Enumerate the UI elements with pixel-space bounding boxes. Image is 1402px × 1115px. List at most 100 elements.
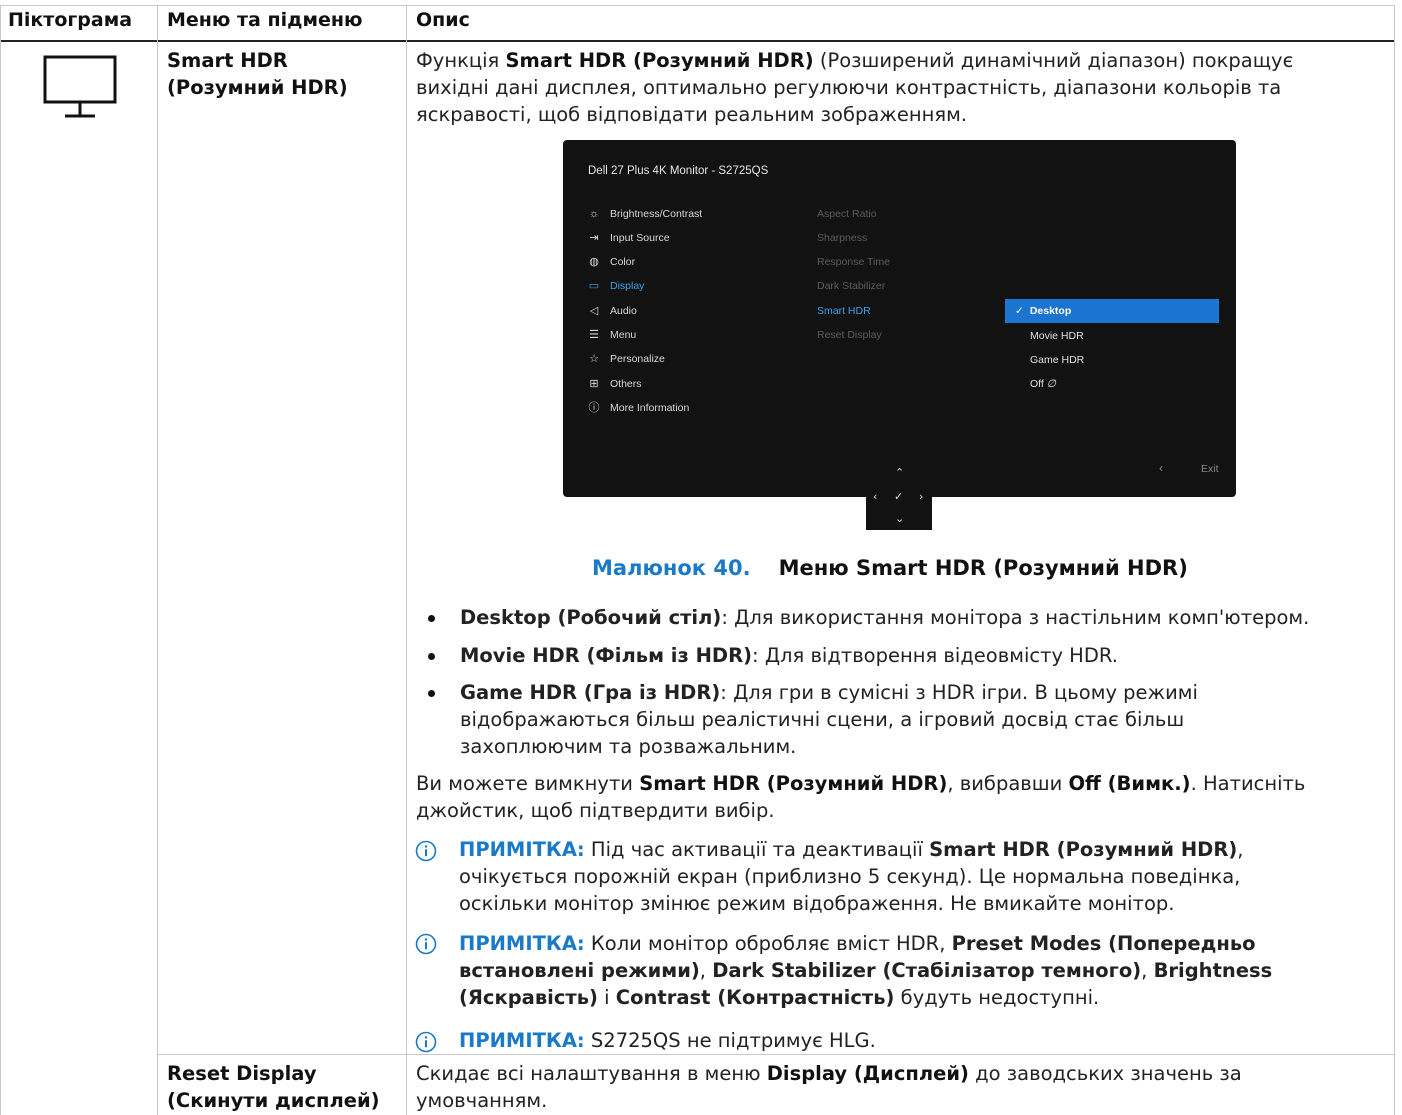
text-run: , xyxy=(1237,838,1244,861)
text-line: захоплюючим та розважальним. xyxy=(460,735,797,758)
text-bold: Off (Вимк.) xyxy=(1068,772,1191,795)
text-bold: Smart HDR (Розумний HDR) xyxy=(929,838,1238,861)
header-description-column: Опис xyxy=(416,9,470,31)
joystick-guide: ⌃ ‹ ✓ › ⌄ xyxy=(866,464,932,530)
osd-menu-color: ◍ Color xyxy=(587,254,635,270)
table-left-border xyxy=(0,5,1,1115)
menu-title-line: (Скинути дисплей) xyxy=(167,1089,380,1112)
chevron-right-icon: › xyxy=(919,490,924,503)
text-bold: Dark Stabilizer (Стабілізатор темного) xyxy=(712,959,1142,982)
osd-menu-label: Menu xyxy=(610,329,637,341)
header-menu-column: Меню та підменю xyxy=(167,9,363,31)
text-line: відображаються більш реалістичні сцени, … xyxy=(460,708,1185,731)
info-icon: ⓘ xyxy=(588,402,600,414)
text-run: до заводських значень за xyxy=(968,1062,1242,1085)
bullet-desktop: Desktop (Робочий стіл): Для використання… xyxy=(460,604,1370,631)
osd-menu-label: Personalize xyxy=(610,353,665,365)
col-divider-1 xyxy=(157,5,158,1115)
header-bottom-border xyxy=(0,40,1395,42)
others-icon: ⊞ xyxy=(589,378,599,390)
text-run: . Натисніть xyxy=(1190,772,1306,795)
osd-sub-reset-display: Reset Display xyxy=(817,329,882,341)
info-icon xyxy=(415,933,437,955)
osd-sub-aspect-ratio: Aspect Ratio xyxy=(817,208,877,220)
sun-icon: ☼ xyxy=(588,208,600,220)
info-icon xyxy=(415,840,437,862)
checkmark-icon: ✓ xyxy=(894,490,904,503)
text-bold: (Яскравість) xyxy=(459,986,598,1009)
osd-menu-brightness: ☼ Brightness/Contrast xyxy=(587,206,702,222)
menu-icon: ☰ xyxy=(589,329,599,341)
text-line: умовчанням. xyxy=(416,1089,548,1112)
osd-menu-others: ⊞ Others xyxy=(587,376,641,392)
osd-option-label: Game HDR xyxy=(1030,354,1085,366)
text-line: яскравості, щоб відповідати реальним зоб… xyxy=(416,103,968,126)
text-bold: Smart HDR (Розумний HDR) xyxy=(639,772,948,795)
osd-option-desktop: ✓ Desktop xyxy=(1005,299,1219,323)
text-bold: Smart HDR (Розумний HDR) xyxy=(505,49,814,72)
osd-option-off: Off ∅ xyxy=(1005,372,1219,396)
header-icon-column: Піктограма xyxy=(8,9,133,31)
text-run: Функція xyxy=(416,49,506,72)
menu-title-reset-display: Reset Display (Скинути дисплей) xyxy=(167,1060,380,1114)
text-run: : Для відтворення відеовмісту HDR. xyxy=(752,644,1118,667)
col-divider-2 xyxy=(406,5,407,1115)
chevron-down-icon: ⌄ xyxy=(895,512,905,525)
table-right-border xyxy=(1394,5,1395,1115)
text-run: : Для гри в сумісні з HDR ігри. В цьому … xyxy=(720,681,1198,704)
bullet-movie-hdr: Movie HDR (Фільм із HDR): Для відтворенн… xyxy=(460,642,1370,669)
osd-sub-dark-stabilizer: Dark Stabilizer xyxy=(817,280,886,292)
menu-title-line: Reset Display xyxy=(167,1062,317,1085)
menu-title-smart-hdr: Smart HDR (Розумний HDR) xyxy=(167,47,348,101)
text-run: : Для використання монітора з настільним… xyxy=(721,606,1310,629)
osd-menu-label: Brightness/Contrast xyxy=(610,208,703,220)
osd-option-game-hdr: Game HDR xyxy=(1005,348,1219,372)
palette-icon: ◍ xyxy=(589,256,599,268)
osd-option-label: Off xyxy=(1030,378,1044,390)
text-line: оскільки монітор змінює режим відображен… xyxy=(459,892,1175,915)
bullet-game-hdr: Game HDR (Гра із HDR): Для гри в сумісні… xyxy=(460,679,1370,760)
osd-option-movie-hdr: Movie HDR xyxy=(1005,324,1219,348)
leaf-icon: ∅ xyxy=(1046,378,1056,390)
text-run: Ви можете вимкнути xyxy=(416,772,640,795)
text-run: , xyxy=(699,959,713,982)
text-line: вихідні дані дисплея, оптимально регулюю… xyxy=(416,76,1282,99)
text-line: очікується порожній екран (приблизно 5 с… xyxy=(459,865,1241,888)
osd-menu-label: More Information xyxy=(610,402,690,414)
off-paragraph: Ви можете вимкнути Smart HDR (Розумний H… xyxy=(416,770,1376,824)
text-run: S2725QS не підтримує HLG. xyxy=(584,1029,876,1052)
chevron-up-icon: ⌃ xyxy=(895,466,905,479)
osd-menu-label: Display xyxy=(610,280,645,292)
monitor-icon: ▭ xyxy=(588,280,600,292)
input-icon: ⇥ xyxy=(589,232,599,244)
osd-menu-audio: ◁ Audio xyxy=(587,303,637,319)
osd-sub-response-time: Response Time xyxy=(817,256,890,268)
menu-title-line: (Розумний HDR) xyxy=(167,76,348,99)
osd-exit: Exit xyxy=(1201,463,1219,475)
text-run: (Розширений динамічний діапазон) покращу… xyxy=(813,49,1294,72)
text-run: будуть недоступні. xyxy=(894,986,1100,1009)
text-bold: Movie HDR (Фільм із HDR) xyxy=(460,644,753,667)
text-line: джойстик, щоб підтвердити вибір. xyxy=(416,799,775,822)
text-run: , вибравши xyxy=(947,772,1069,795)
osd-menu-label: Audio xyxy=(610,305,637,317)
figure-title: Меню Smart HDR (Розумний HDR) xyxy=(778,556,1188,580)
text-run: Під час активації та деактивації xyxy=(584,838,930,861)
note-2: ПРИМІТКА: Коли монітор обробляє вміст HD… xyxy=(459,930,1359,1011)
settings-table: Піктограма Меню та підменю Опис Smart HD… xyxy=(0,0,1402,1115)
text-bold: Contrast (Контрастність) xyxy=(615,986,895,1009)
osd-menu-menu: ☰ Menu xyxy=(587,327,636,343)
checkmark-icon: ✓ xyxy=(1015,305,1024,317)
text-bold: встановлені режими) xyxy=(459,959,700,982)
reset-display-paragraph: Скидає всі налаштування в меню Display (… xyxy=(416,1060,1376,1114)
osd-menu-more-information: ⓘ More Information xyxy=(587,400,690,416)
osd-menu-screenshot: Dell 27 Plus 4K Monitor - S2725QS ☼ Brigh… xyxy=(563,140,1236,497)
bullet-dot xyxy=(428,615,438,625)
table-top-border xyxy=(0,5,1395,6)
osd-title: Dell 27 Plus 4K Monitor - S2725QS xyxy=(588,165,769,177)
chevron-left-icon: ‹ xyxy=(873,490,878,503)
speaker-icon: ◁ xyxy=(589,305,599,317)
osd-menu-personalize: ☆ Personalize xyxy=(587,351,665,367)
osd-option-label: Desktop xyxy=(1029,305,1072,317)
note-3: ПРИМІТКА: S2725QS не підтримує HLG. xyxy=(459,1027,1359,1054)
